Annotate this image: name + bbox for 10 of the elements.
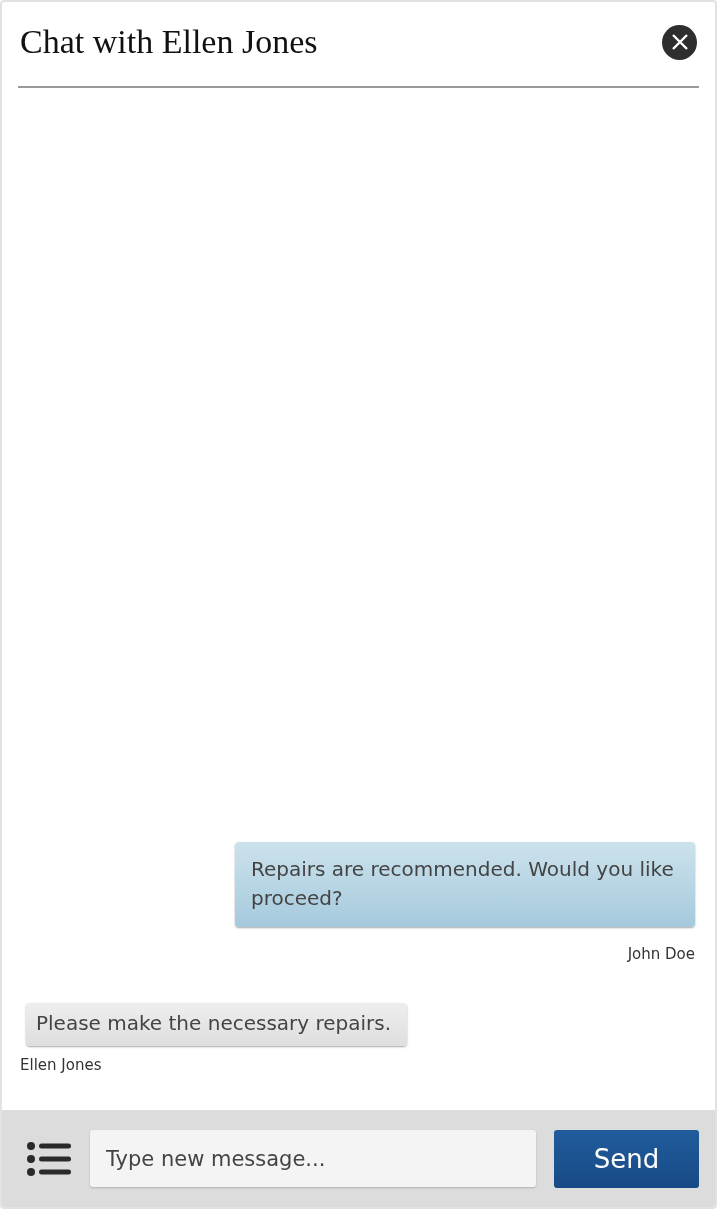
window-title: Chat with Ellen Jones <box>20 23 318 61</box>
message-bubble: Repairs are recommended. Would you like proceed? <box>235 842 695 927</box>
close-button[interactable] <box>662 24 697 60</box>
message-field[interactable]: Type new message... <box>90 1130 536 1187</box>
close-icon <box>670 33 689 51</box>
message-bubble: Please make the necessary repairs. <box>26 1003 408 1046</box>
sender-name: Ellen Jones <box>20 1056 102 1074</box>
list-icon[interactable] <box>26 1140 72 1177</box>
sender-name: John Doe <box>627 945 695 963</box>
send-button[interactable]: Send <box>554 1129 699 1188</box>
